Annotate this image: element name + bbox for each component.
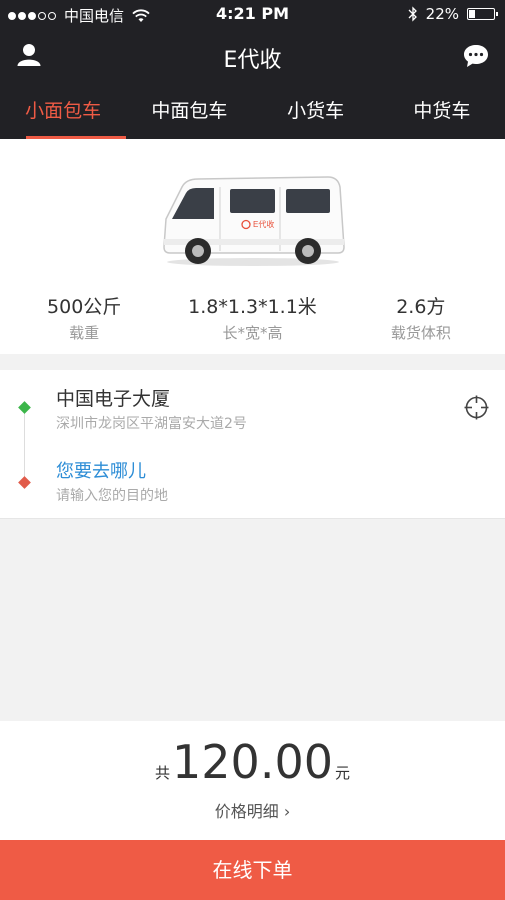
tab-medium-truck[interactable]: 中货车: [379, 86, 505, 139]
route-card: 中国电子大厦 深圳市龙岗区平湖富安大道2号 您要去哪儿 请输入您的目的地: [0, 370, 505, 519]
van-image: E代收: [163, 176, 345, 266]
spec-load: 500公斤 载重: [0, 292, 168, 343]
price-unit: 元: [334, 764, 350, 782]
spec-label: 长*宽*高: [222, 324, 283, 342]
vehicle-specs: 500公斤 载重 1.8*1.3*1.1米 长*宽*高 2.6方 载货体积: [0, 292, 505, 343]
destination-input[interactable]: 您要去哪儿: [56, 457, 146, 483]
spec-dimensions: 1.8*1.3*1.1米 长*宽*高: [168, 292, 336, 343]
bluetooth-icon: [408, 6, 417, 22]
status-right: 22%: [408, 5, 498, 23]
price-total: 共120.00 元: [0, 735, 505, 789]
route-line: [24, 410, 25, 482]
tab-small-truck[interactable]: 小货车: [253, 86, 379, 139]
price-panel: 共120.00 元 价格明细 ›: [0, 721, 505, 840]
chat-icon[interactable]: [463, 44, 489, 68]
origin-address[interactable]: 深圳市龙岗区平湖富安大道2号: [56, 413, 247, 433]
tab-medium-van[interactable]: 中面包车: [126, 86, 252, 139]
vehicle-tabs: 小面包车 中面包车 小货车 中货车: [0, 86, 505, 139]
price-prefix: 共: [155, 764, 171, 782]
page-title: E代收: [223, 48, 282, 73]
nav-bar: E代收: [0, 34, 505, 80]
top-bar: 中国电信 4:21 PM 22% E代收 小面包车 中面包车 小货车 中货车: [0, 0, 505, 139]
spec-value: 2.6方: [396, 296, 446, 318]
locate-icon[interactable]: [464, 395, 489, 420]
vehicle-card: E代收 500公斤 载重 1.8*1.3*1.1米 长*宽*高 2.6方 载货体…: [0, 139, 505, 354]
battery-fill: [469, 10, 475, 18]
spec-value: 500公斤: [47, 296, 122, 318]
tab-small-van[interactable]: 小面包车: [0, 86, 127, 139]
battery-icon: [467, 8, 498, 20]
destination-hint: 请输入您的目的地: [56, 488, 168, 504]
battery-percent: 22%: [425, 5, 459, 23]
end-marker-icon: [18, 476, 31, 489]
spec-label: 载重: [69, 324, 100, 342]
start-marker-icon: [18, 401, 31, 414]
spec-value: 1.8*1.3*1.1米: [188, 296, 317, 318]
spec-label: 载货体积: [390, 324, 451, 342]
spec-volume: 2.6方 载货体积: [337, 292, 505, 343]
origin-name[interactable]: 中国电子大厦: [56, 384, 170, 411]
price-detail-link[interactable]: 价格明细 ›: [0, 798, 505, 822]
order-button[interactable]: 在线下单: [0, 840, 505, 900]
price-amount: 120.00: [172, 735, 333, 789]
status-bar: 中国电信 4:21 PM 22%: [0, 0, 505, 28]
van-brand-text: E代收: [253, 219, 274, 229]
